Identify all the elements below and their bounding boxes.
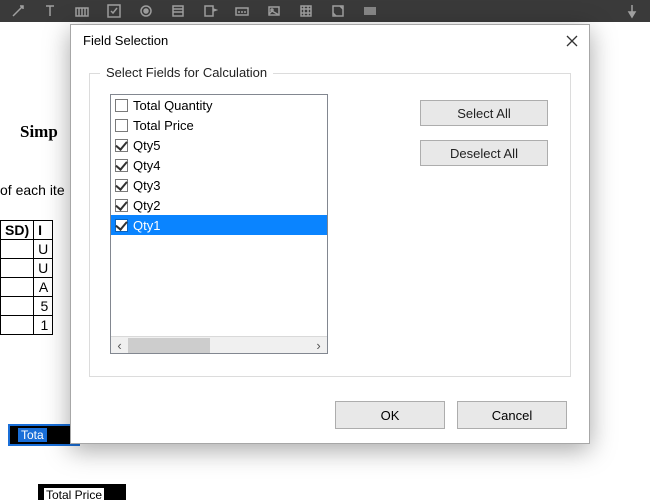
field-checkbox[interactable] bbox=[115, 219, 128, 232]
app-toolbar bbox=[0, 0, 650, 22]
tool-icon-4[interactable] bbox=[106, 3, 122, 19]
field-label: Qty5 bbox=[133, 138, 160, 153]
field-row[interactable]: Qty1 bbox=[111, 215, 327, 235]
doc-heading-fragment: Simp bbox=[20, 122, 58, 142]
field-label: Qty4 bbox=[133, 158, 160, 173]
doc-table-fragment: SD)I U U A 5 1 bbox=[0, 220, 53, 335]
doc-body-fragment: of each ite bbox=[0, 182, 65, 198]
field-row[interactable]: Total Quantity bbox=[111, 95, 327, 115]
field-row[interactable]: Qty2 bbox=[111, 195, 327, 215]
fields-listbox[interactable]: Total Quantity Total Price Qty5 Qty4 Qty3 Qty… bbox=[110, 94, 328, 354]
select-all-button[interactable]: Select All bbox=[420, 100, 548, 126]
field-label: Qty3 bbox=[133, 178, 160, 193]
tool-icon-6[interactable] bbox=[170, 3, 186, 19]
tool-icon-11[interactable] bbox=[330, 3, 346, 19]
field-label: Qty2 bbox=[133, 198, 160, 213]
field-row[interactable]: Qty3 bbox=[111, 175, 327, 195]
scroll-left-arrow[interactable]: ‹ bbox=[111, 337, 128, 354]
scroll-right-arrow[interactable]: › bbox=[310, 337, 327, 354]
scroll-thumb[interactable] bbox=[128, 338, 210, 353]
tool-icon-9[interactable] bbox=[266, 3, 282, 19]
tool-icon-5[interactable] bbox=[138, 3, 154, 19]
field-row[interactable]: Qty5 bbox=[111, 135, 327, 155]
ok-button[interactable]: OK bbox=[335, 401, 445, 429]
pin-icon[interactable] bbox=[624, 3, 640, 19]
deselect-all-button[interactable]: Deselect All bbox=[420, 140, 548, 166]
field-checkbox[interactable] bbox=[115, 199, 128, 212]
cancel-button[interactable]: Cancel bbox=[457, 401, 567, 429]
dialog-title: Field Selection bbox=[83, 33, 168, 48]
field-checkbox[interactable] bbox=[115, 99, 128, 112]
tool-icon-3[interactable] bbox=[74, 3, 90, 19]
field-row[interactable]: Total Price bbox=[111, 115, 327, 135]
group-label: Select Fields for Calculation bbox=[100, 65, 273, 80]
listbox-horizontal-scrollbar[interactable]: ‹ › bbox=[111, 336, 327, 353]
field-checkbox[interactable] bbox=[115, 119, 128, 132]
field-selection-dialog: Field Selection Select Fields for Calcul… bbox=[70, 24, 590, 444]
field-checkbox[interactable] bbox=[115, 179, 128, 192]
close-icon[interactable] bbox=[565, 34, 579, 48]
form-field-total-price[interactable]: Total Price bbox=[38, 484, 126, 500]
tool-icon-10[interactable] bbox=[298, 3, 314, 19]
scroll-track[interactable] bbox=[128, 337, 310, 354]
tool-icon-1[interactable] bbox=[10, 3, 26, 19]
field-label: Total Quantity bbox=[133, 98, 213, 113]
tool-icon-7[interactable] bbox=[202, 3, 218, 19]
field-checkbox[interactable] bbox=[115, 159, 128, 172]
field-row[interactable]: Qty4 bbox=[111, 155, 327, 175]
tool-icon-8[interactable] bbox=[234, 3, 250, 19]
tool-icon-2[interactable] bbox=[42, 3, 58, 19]
field-checkbox[interactable] bbox=[115, 139, 128, 152]
calculation-fields-group: Select Fields for Calculation Total Quan… bbox=[89, 73, 571, 377]
tool-icon-12[interactable] bbox=[362, 3, 378, 19]
field-label: Total Price bbox=[133, 118, 194, 133]
field-label: Qty1 bbox=[133, 218, 160, 233]
